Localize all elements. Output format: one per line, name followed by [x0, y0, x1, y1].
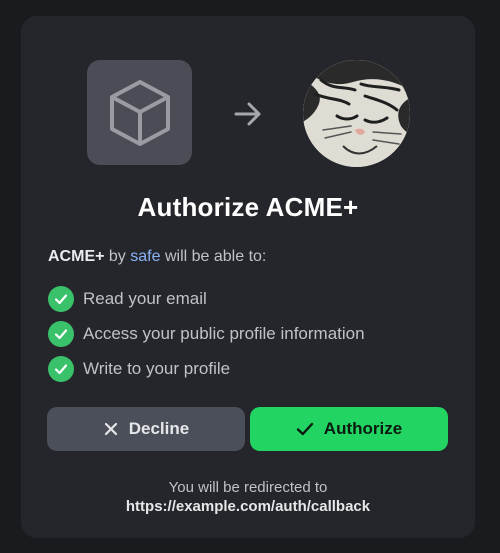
authorize-label: Authorize: [323, 419, 403, 438]
arrow-right-icon: [234, 102, 261, 126]
permission-label: Write to your profile: [83, 359, 231, 378]
permission-intro: ACME+ by safe will be able to:: [48, 248, 266, 266]
cat-avatar: [303, 60, 410, 167]
authorize-button[interactable]: Authorize: [250, 407, 448, 451]
authorize-dialog: Authorize ACME+ ACME+ by safe will be ab…: [21, 16, 475, 538]
check-circle-icon: [48, 321, 74, 347]
decline-label: Decline: [128, 419, 190, 438]
redirect-text: You will be redirected to: [168, 479, 328, 496]
permission-item-email: Read your email: [48, 286, 207, 312]
redirect-url: https://example.com/auth/callback: [125, 498, 371, 515]
close-icon: [103, 421, 119, 437]
permission-label: Access your public profile information: [83, 324, 365, 343]
permission-label: Read your email: [83, 289, 207, 308]
cube-icon: [109, 79, 170, 146]
redirect-notice: You will be redirected to https://exampl…: [21, 478, 475, 516]
org-link[interactable]: safe: [130, 248, 160, 265]
permission-item-write-profile: Write to your profile: [48, 356, 230, 382]
by-text: by: [108, 248, 126, 265]
intro-suffix: will be able to:: [164, 248, 267, 265]
app-name: ACME+: [48, 248, 105, 265]
user-avatar: [303, 60, 410, 167]
check-circle-icon: [48, 286, 74, 312]
dialog-title: Authorize ACME+: [137, 192, 359, 222]
decline-button[interactable]: Decline: [47, 407, 245, 451]
check-circle-icon: [48, 356, 74, 382]
check-icon: [296, 421, 314, 437]
permission-item-profile-info: Access your public profile information: [48, 321, 365, 347]
app-logo-tile: [87, 60, 192, 165]
